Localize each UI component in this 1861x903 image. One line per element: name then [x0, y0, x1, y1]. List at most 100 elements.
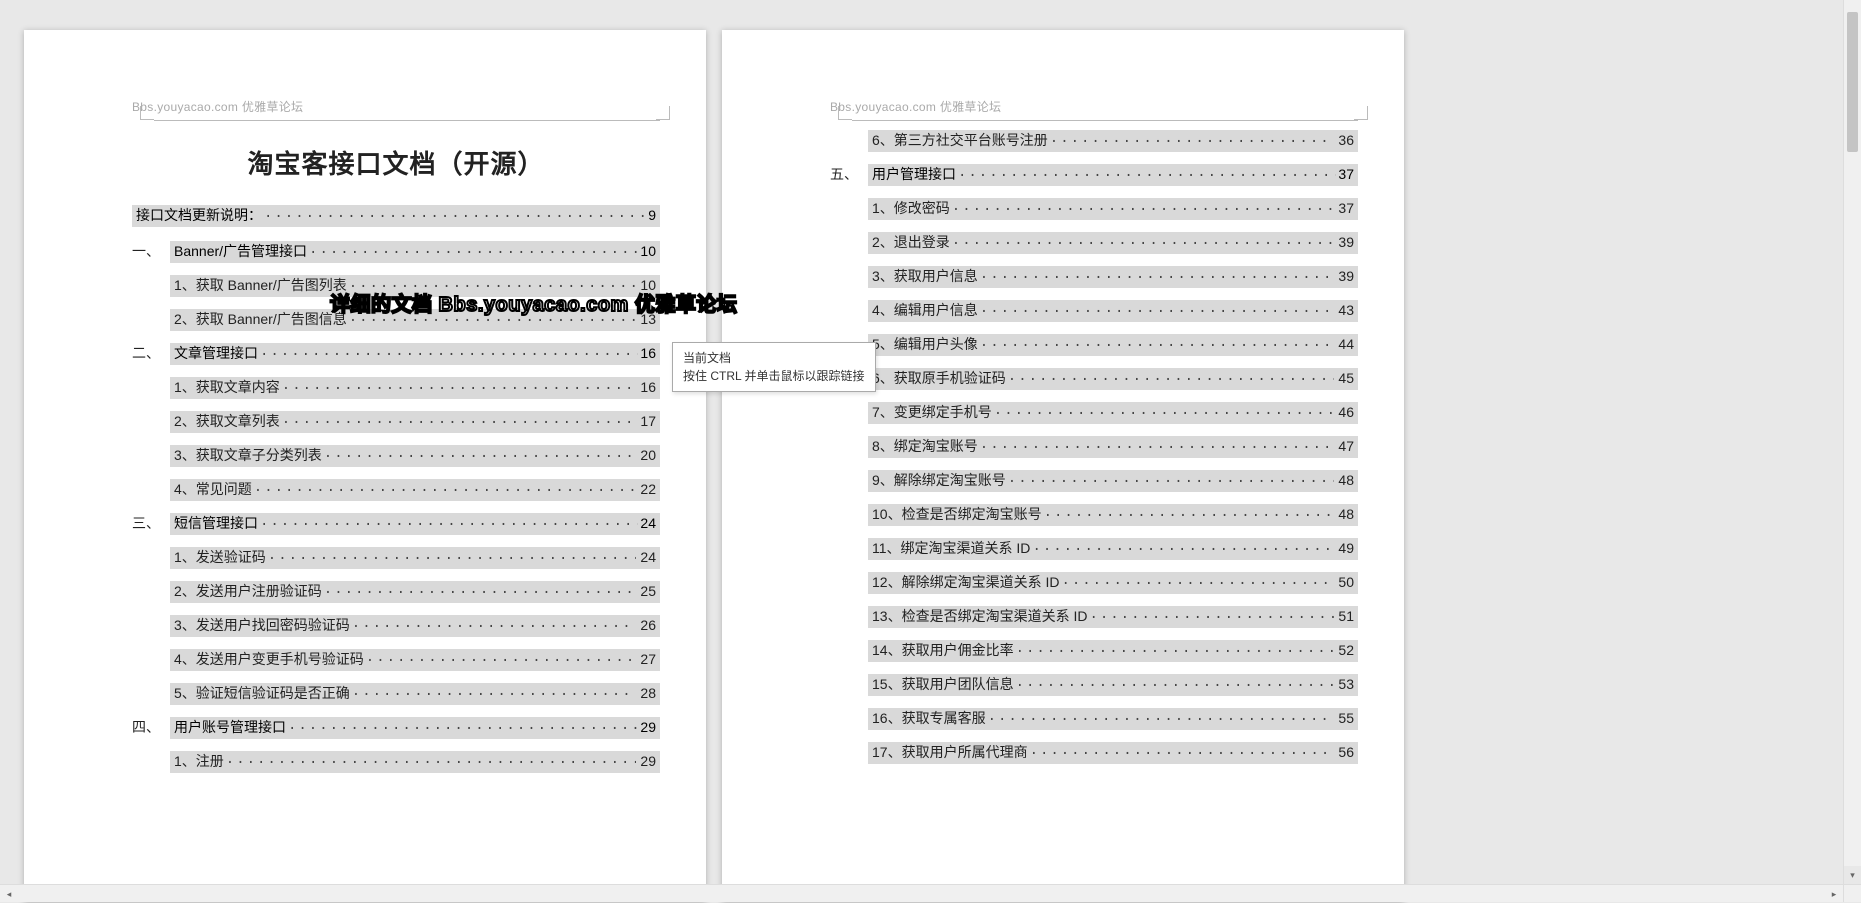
- toc-page-number: 49: [1336, 540, 1354, 556]
- toc-entry[interactable]: 2、获取文章列表································…: [170, 411, 660, 433]
- document-workspace: ▸ Bbs.youyacao.com 优雅草论坛 淘宝客接口文档（开源） 接口文…: [0, 0, 1861, 902]
- toc-entry[interactable]: 3、获取文章子分类列表·····························…: [170, 445, 660, 467]
- toc-leader-dots: ········································…: [980, 440, 1335, 456]
- toc-section-label: 文章管理接口: [174, 343, 258, 363]
- toc-label: 14、获取用户佣金比率: [872, 640, 1014, 660]
- toc-page-number: 17: [638, 413, 656, 429]
- toc-section-prefix: 三、: [132, 513, 170, 533]
- toc-page-number: 53: [1336, 676, 1354, 692]
- header-rule: [154, 120, 660, 121]
- toc-entry[interactable]: 1、注册····································…: [170, 751, 660, 773]
- toc-leader-dots: ········································…: [1030, 746, 1335, 762]
- toc-entry[interactable]: 13、检查是否绑定淘宝渠道关系 ID······················…: [868, 606, 1358, 628]
- toc-section-label: 用户账号管理接口: [174, 717, 286, 737]
- toc-entry[interactable]: 2、获取 Banner/广告图信息·······················…: [170, 309, 660, 331]
- toc-entry[interactable]: 1、获取文章内容································…: [170, 377, 660, 399]
- toc-page-number: 51: [1336, 608, 1354, 624]
- toc-entry[interactable]: 15、获取用户团队信息·····························…: [868, 674, 1358, 696]
- toc-section-row[interactable]: 二、文章管理接口································…: [132, 343, 660, 365]
- toc-page-number: 50: [1336, 574, 1354, 590]
- toc-page-number: 24: [640, 515, 656, 531]
- toc-page-number: 48: [1336, 472, 1354, 488]
- toc-entry[interactable]: 14、获取用户佣金比率·····························…: [868, 640, 1358, 662]
- toc-entry[interactable]: 11、绑定淘宝渠道关系 ID··························…: [868, 538, 1358, 560]
- toc-leader-dots: ········································…: [264, 209, 646, 225]
- toc-leader-dots: ········································…: [958, 168, 1336, 184]
- toc-entry[interactable]: 6、第三方社交平台账号注册···························…: [868, 130, 1358, 152]
- toc-intro-row[interactable]: 接口文档更新说明： ······························…: [132, 205, 660, 227]
- toc-leader-dots: ········································…: [952, 202, 1335, 218]
- toc-page-number: 36: [1336, 132, 1354, 148]
- toc-leader-dots: ········································…: [309, 245, 638, 261]
- toc-leader-dots: ········································…: [980, 304, 1335, 320]
- toc-entry[interactable]: 4、常见问题··································…: [170, 479, 660, 501]
- toc-section-row[interactable]: 四、用户账号管理接口······························…: [132, 717, 660, 739]
- toc-entry[interactable]: 5、编辑用户头像································…: [868, 334, 1358, 356]
- toc-page-number: 22: [638, 481, 656, 497]
- toc-entry[interactable]: 2、退出登录··································…: [868, 232, 1358, 254]
- toc-entry[interactable]: 1、获取 Banner/广告图列表·······················…: [170, 275, 660, 297]
- toc-leader-dots: ········································…: [1061, 576, 1334, 592]
- toc-page-number: 45: [1336, 370, 1354, 386]
- toc-leader-dots: ········································…: [1089, 610, 1334, 626]
- scrollbar-thumb[interactable]: [1847, 12, 1858, 152]
- toc-page-number: 10: [638, 277, 656, 293]
- toc-label: 4、编辑用户信息: [872, 300, 978, 320]
- toc-label: 6、第三方社交平台账号注册: [872, 130, 1048, 150]
- toc-section-row[interactable]: 三、短信管理接口································…: [132, 513, 660, 535]
- toc-entry[interactable]: 3、发送用户找回密码验证码···························…: [170, 615, 660, 637]
- toc-page-number: 47: [1336, 438, 1354, 454]
- toc-page-number: 27: [638, 651, 656, 667]
- toc-leader-dots: ········································…: [1032, 542, 1334, 558]
- toc-page-number: 39: [1336, 268, 1354, 284]
- tooltip-line-1: 当前文档: [683, 349, 865, 367]
- toc-entry[interactable]: 17、获取用户所属代理商····························…: [868, 742, 1358, 764]
- scroll-down-arrow-icon[interactable]: ▾: [1844, 866, 1861, 884]
- toc-page-number: 37: [1338, 166, 1354, 182]
- toc-entry[interactable]: 4、发送用户变更手机号验证码··························…: [170, 649, 660, 671]
- toc-intro-label: 接口文档更新说明：: [136, 205, 262, 225]
- toc-entry[interactable]: 5、验证短信验证码是否正确···························…: [170, 683, 660, 705]
- toc-entry[interactable]: 3、获取用户信息································…: [868, 266, 1358, 288]
- toc-entry[interactable]: 7、变更绑定手机号·······························…: [868, 402, 1358, 424]
- scroll-left-arrow-icon[interactable]: ◂: [0, 885, 18, 902]
- toc-entry[interactable]: 10、检查是否绑定淘宝账号···························…: [868, 504, 1358, 526]
- toc-leader-dots: ········································…: [1050, 134, 1335, 150]
- toc-label: 2、获取文章列表: [174, 411, 280, 431]
- toc-entry[interactable]: 16、获取专属客服·······························…: [868, 708, 1358, 730]
- toc-label: 1、注册: [174, 751, 224, 771]
- toc-entry[interactable]: 4、编辑用户信息································…: [868, 300, 1358, 322]
- margin-mark-tl: [140, 106, 154, 120]
- toc-leader-dots: ········································…: [254, 483, 637, 499]
- toc-page-number: 29: [638, 753, 656, 769]
- vertical-scrollbar[interactable]: ▾: [1843, 0, 1861, 884]
- toc-entry[interactable]: 1、发送验证码·································…: [170, 547, 660, 569]
- toc-entry[interactable]: 9、解除绑定淘宝账号······························…: [868, 470, 1358, 492]
- toc-section-row[interactable]: 五、用户管理接口································…: [830, 164, 1358, 186]
- toc-label: 3、发送用户找回密码验证码: [174, 615, 350, 635]
- scroll-right-arrow-icon[interactable]: ▸: [1825, 885, 1843, 902]
- toc-label: 11、绑定淘宝渠道关系 ID: [872, 538, 1030, 558]
- toc-entry[interactable]: 6、获取原手机验证码······························…: [868, 368, 1358, 390]
- horizontal-scrollbar[interactable]: ◂ ▸: [0, 884, 1843, 902]
- toc-leader-dots: ········································…: [352, 619, 637, 635]
- toc-label: 6、获取原手机验证码: [872, 368, 1006, 388]
- toc-entry[interactable]: 12、解除绑定淘宝渠道关系 ID························…: [868, 572, 1358, 594]
- toc-leader-dots: ········································…: [988, 712, 1335, 728]
- toc-page-number: 16: [638, 379, 656, 395]
- toc-entry[interactable]: 2、发送用户注册验证码·····························…: [170, 581, 660, 603]
- toc-section-row[interactable]: 一、Banner/广告管理接口·························…: [132, 241, 660, 263]
- toc-section-label: 短信管理接口: [174, 513, 258, 533]
- toc-page-number: 37: [1336, 200, 1354, 216]
- toc-page-number: 55: [1336, 710, 1354, 726]
- toc-label: 2、获取 Banner/广告图信息: [174, 309, 347, 329]
- toc-page-number: 26: [638, 617, 656, 633]
- toc-label: 13、检查是否绑定淘宝渠道关系 ID: [872, 606, 1087, 626]
- toc-entry[interactable]: 1、修改密码··································…: [868, 198, 1358, 220]
- toc-page-number: 25: [638, 583, 656, 599]
- toc-entry[interactable]: 8、绑定淘宝账号································…: [868, 436, 1358, 458]
- toc-label: 3、获取用户信息: [872, 266, 978, 286]
- toc-section-label: Banner/广告管理接口: [174, 241, 307, 261]
- toc-page-number: 20: [638, 447, 656, 463]
- tooltip-line-2: 按住 CTRL 并单击鼠标以跟踪链接: [683, 367, 865, 385]
